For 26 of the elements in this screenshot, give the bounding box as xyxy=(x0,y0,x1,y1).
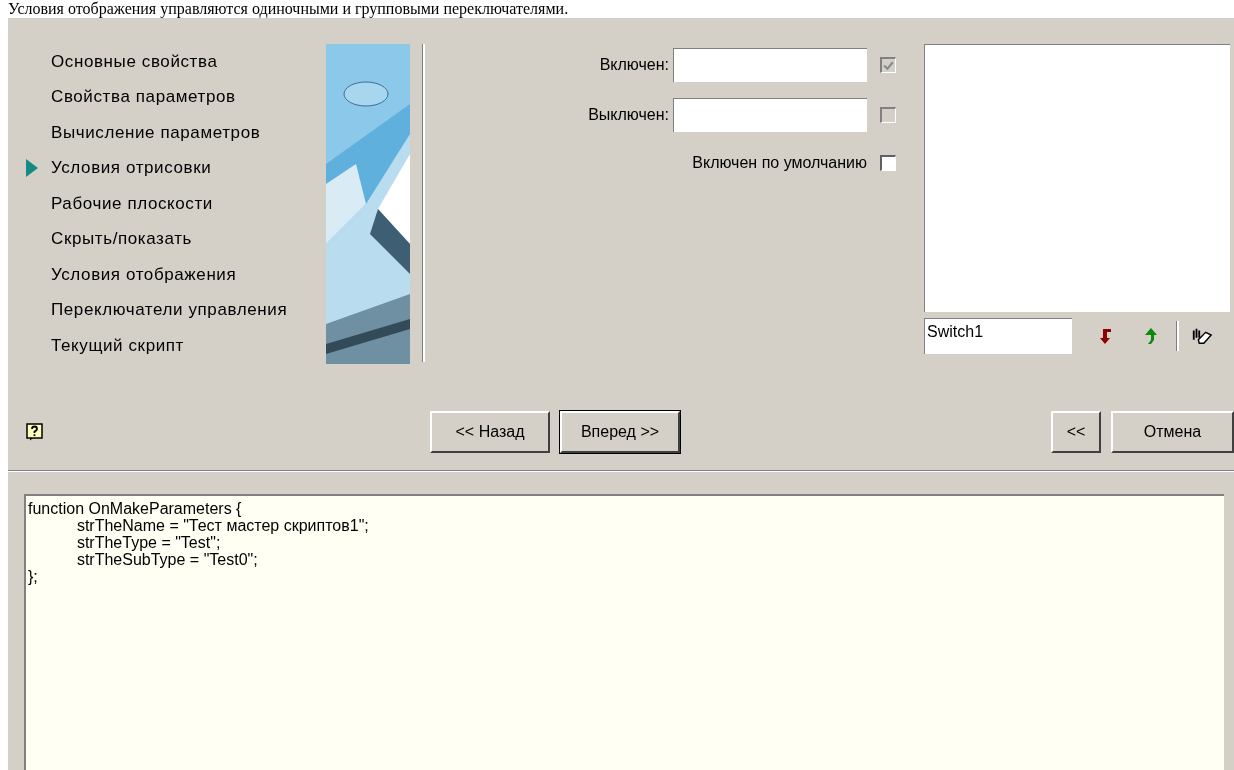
nav-item[interactable]: Скрыть/показать xyxy=(26,221,192,257)
switch-list[interactable] xyxy=(924,44,1230,312)
field-label: Выключен: xyxy=(588,106,669,124)
help-icon[interactable] xyxy=(26,423,44,441)
nav-item[interactable]: Переключатели управления xyxy=(26,292,288,328)
nav-item[interactable]: Свойства параметров xyxy=(26,79,236,115)
nav-item[interactable]: Условия отображения xyxy=(26,257,237,293)
input-field[interactable] xyxy=(673,98,867,132)
nav-item[interactable]: Текущий скрипт xyxy=(26,328,184,364)
checkbox[interactable] xyxy=(880,155,896,171)
button[interactable]: << xyxy=(1051,411,1101,453)
checkbox-label: Включен по умолчанию xyxy=(692,154,867,172)
field-label: Включен: xyxy=(599,56,669,74)
selection-marker-icon xyxy=(26,159,38,178)
code-editor[interactable]: function OnMakeParameters { strTheName = "Тест мастер скриптов1"; strTheType = "Test"; strTheSubType = "Test0"; }; xyxy=(24,494,1224,770)
input-field[interactable] xyxy=(673,48,867,82)
input-field[interactable]: Switch1 xyxy=(924,318,1072,354)
button[interactable]: Вперед >> xyxy=(560,411,680,453)
button[interactable]: Отмена xyxy=(1111,411,1234,453)
eraser-icon[interactable] xyxy=(1191,326,1213,346)
nav-item[interactable]: Вычисление параметров xyxy=(26,115,261,151)
nav-item[interactable]: Основные свойства xyxy=(26,44,218,80)
button[interactable]: << Назад xyxy=(430,411,550,453)
caption-text: Условия отображения управляются одиночными и групповыми переключателями. xyxy=(7,0,570,18)
nav-item[interactable]: Условия отрисовки xyxy=(26,150,212,186)
nav-item[interactable]: Рабочие плоскости xyxy=(26,186,213,222)
